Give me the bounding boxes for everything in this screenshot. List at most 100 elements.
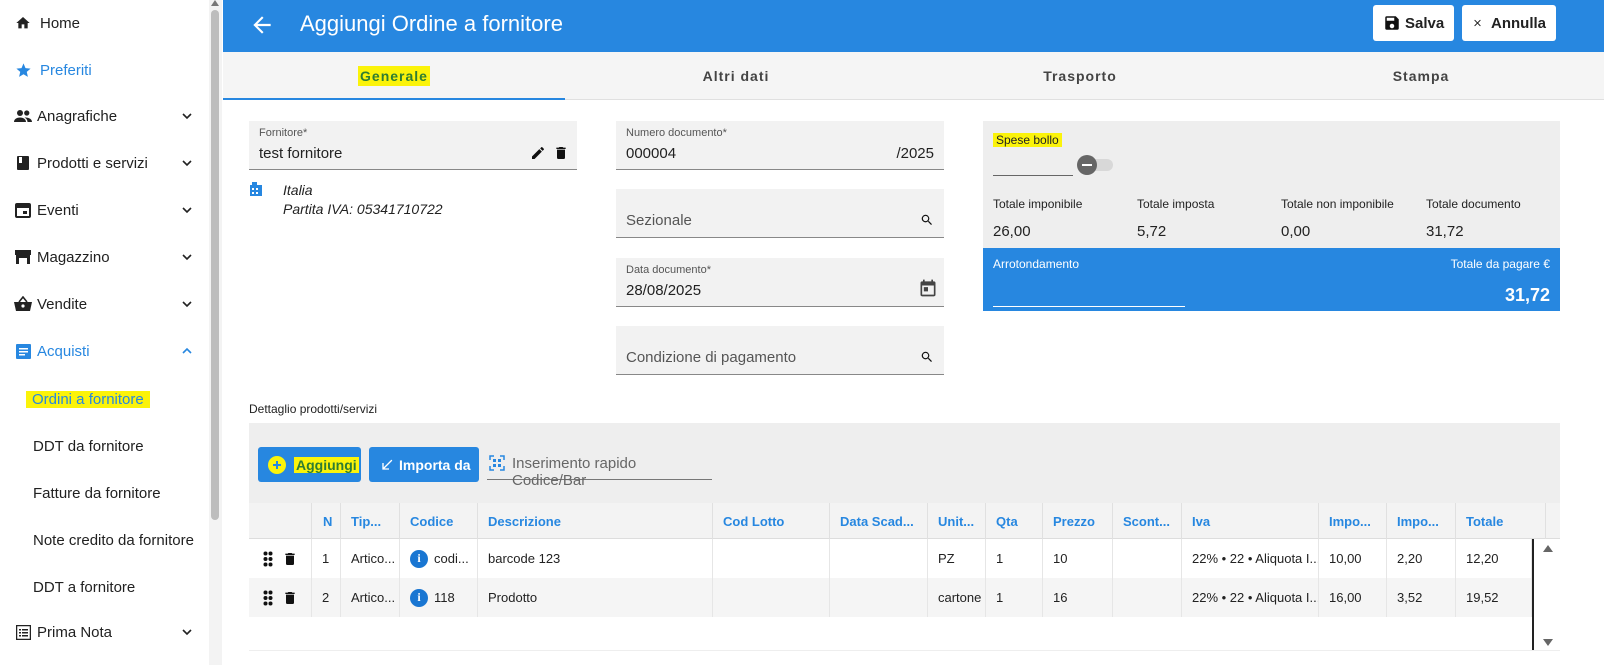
info-icon[interactable]: i	[410, 549, 428, 568]
warehouse-icon	[14, 248, 32, 266]
table-row[interactable]: 2 Artico... i 118 Prodotto cartone 1 16 2…	[249, 578, 1532, 617]
cell-tipo: Artico...	[341, 578, 400, 617]
chevron-down-icon	[182, 160, 192, 167]
people-icon	[14, 107, 32, 125]
scroll-up-arrow-icon[interactable]	[1543, 545, 1553, 552]
data-documento-field[interactable]: Data documento* 28/08/2025	[616, 258, 944, 307]
barcode-scan-icon	[489, 455, 505, 471]
column-header-unita[interactable]: Unit...	[928, 503, 986, 539]
row-actions	[249, 578, 312, 617]
sidebar-subitem-ordini[interactable]: Ordini a fornitore	[0, 379, 212, 419]
tab-stampa[interactable]: Stampa	[1250, 52, 1592, 100]
column-header-descrizione[interactable]: Descrizione	[478, 503, 713, 539]
import-button[interactable]: Importa da	[369, 447, 479, 482]
close-icon	[1474, 19, 1481, 27]
active-tab-indicator	[223, 98, 565, 100]
search-icon[interactable]	[920, 350, 934, 364]
cell-codice: i codi...	[400, 539, 478, 578]
sidebar-subitem-label: Fatture da fornitore	[33, 484, 161, 502]
sidebar-subitem-fatture[interactable]: Fatture da fornitore	[0, 473, 212, 513]
tab-altri-dati[interactable]: Altri dati	[565, 52, 907, 100]
sidebar-subitem-note-credito[interactable]: Note credito da fornitore	[0, 520, 212, 560]
search-icon[interactable]	[920, 213, 934, 227]
edit-icon[interactable]	[530, 145, 546, 161]
column-header-prezzo[interactable]: Prezzo	[1043, 503, 1113, 539]
arrotondamento-input[interactable]	[993, 306, 1185, 307]
table-scrollbar[interactable]	[1532, 539, 1560, 650]
totale-imposta-value: 5,72	[1137, 223, 1167, 240]
column-header-tipo[interactable]: Tip...	[341, 503, 400, 539]
column-header-iva[interactable]: Iva	[1182, 503, 1319, 539]
data-documento-label: Data documento*	[626, 264, 711, 276]
fornitore-field[interactable]: Fornitore* test fornitore	[249, 121, 577, 170]
sidebar-subitem-label: Note credito da fornitore	[33, 531, 194, 549]
products-table: N Tip... Codice Descrizione Cod Lotto Da…	[249, 503, 1560, 650]
numero-documento-value: 000004	[626, 145, 677, 162]
cell-n: 2	[312, 578, 341, 617]
trash-icon[interactable]	[282, 589, 298, 607]
toggle-knob-icon[interactable]	[1077, 155, 1097, 175]
spese-bollo-input[interactable]	[993, 175, 1073, 176]
sidebar-item-prodotti[interactable]: Prodotti e servizi	[0, 143, 212, 183]
cell-codice-text: 118	[434, 590, 455, 605]
chevron-up-icon	[182, 347, 192, 354]
column-header-totale[interactable]: Totale	[1456, 503, 1546, 539]
trash-icon[interactable]	[553, 145, 569, 161]
sidebar-subitem-ddt-da[interactable]: DDT da fornitore	[0, 426, 212, 466]
sidebar-scrollbar-thumb[interactable]	[211, 10, 219, 520]
sidebar-subitem-ddt-a[interactable]: DDT a fornitore	[0, 567, 212, 607]
drag-handle-icon[interactable]	[263, 590, 273, 606]
numero-documento-field[interactable]: Numero documento* 000004 /2025	[616, 121, 944, 170]
sidebar-item-preferiti[interactable]: Preferiti	[0, 50, 212, 90]
chevron-down-icon	[182, 301, 192, 308]
sezionale-field[interactable]: Sezionale	[616, 189, 944, 238]
column-header-codice[interactable]: Codice	[400, 503, 478, 539]
cell-imponibile: 16,00	[1319, 578, 1387, 617]
info-icon[interactable]: i	[410, 588, 428, 607]
totale-non-imponibile-value: 0,00	[1281, 223, 1311, 240]
tab-generale[interactable]: Generale	[223, 52, 565, 100]
column-header-imposta[interactable]: Impo...	[1387, 503, 1456, 539]
condizione-pagamento-field[interactable]: Condizione di pagamento	[616, 326, 944, 375]
cell-prezzo: 10	[1043, 539, 1113, 578]
trash-icon[interactable]	[282, 550, 298, 568]
scroll-up-arrow-icon[interactable]	[211, 0, 219, 6]
column-header-cod-lotto[interactable]: Cod Lotto	[713, 503, 830, 539]
cell-cod-lotto	[713, 578, 830, 617]
sidebar-item-magazzino[interactable]: Magazzino	[0, 237, 212, 277]
sidebar-subitem-label: Ordini a fornitore	[26, 390, 150, 408]
cell-n: 1	[312, 539, 341, 578]
sidebar-item-prima-nota[interactable]: Prima Nota	[0, 612, 212, 652]
column-header-sconto[interactable]: Scont...	[1113, 503, 1182, 539]
quick-insert-input[interactable]: Inserimento rapido Codice/Bar	[487, 447, 712, 489]
sidebar-item-anagrafiche[interactable]: Anagrafiche	[0, 96, 212, 136]
cell-sconto	[1113, 539, 1182, 578]
tab-trasporto[interactable]: Trasporto	[909, 52, 1251, 100]
add-row-button[interactable]: Aggiungi	[258, 447, 361, 482]
cell-cod-lotto	[713, 539, 830, 578]
column-header-data-scadenza[interactable]: Data Scad...	[830, 503, 928, 539]
import-arrow-icon	[382, 459, 393, 470]
cancel-button[interactable]: Annulla	[1462, 5, 1556, 41]
drag-handle-icon[interactable]	[263, 551, 273, 567]
sidebar-item-eventi[interactable]: Eventi	[0, 190, 212, 230]
back-arrow-icon[interactable]	[249, 12, 275, 38]
sidebar-item-home[interactable]: Home	[0, 3, 212, 43]
column-header-imponibile[interactable]: Impo...	[1319, 503, 1387, 539]
sidebar-item-acquisti[interactable]: Acquisti	[0, 331, 212, 371]
condizione-pagamento-placeholder: Condizione di pagamento	[626, 349, 797, 366]
column-header-qta[interactable]: Qta	[986, 503, 1043, 539]
table-row[interactable]: 1 Artico... i codi... barcode 123 PZ 1 10…	[249, 539, 1532, 578]
cell-imponibile: 10,00	[1319, 539, 1387, 578]
save-button[interactable]: Salva	[1373, 5, 1455, 41]
supplier-info: Italia Partita IVA: 05341710722	[283, 181, 443, 219]
cell-codice: i 118	[400, 578, 478, 617]
calendar-icon[interactable]	[918, 278, 938, 298]
numero-documento-label: Numero documento*	[626, 127, 727, 139]
sidebar-item-vendite[interactable]: Vendite	[0, 284, 212, 324]
column-header-n[interactable]: N	[312, 503, 341, 539]
scroll-down-arrow-icon[interactable]	[1543, 639, 1553, 646]
spese-bollo-label: Spese bollo	[993, 133, 1062, 147]
tab-label: Altri dati	[702, 68, 770, 84]
tab-label: Trasporto	[1043, 68, 1117, 84]
